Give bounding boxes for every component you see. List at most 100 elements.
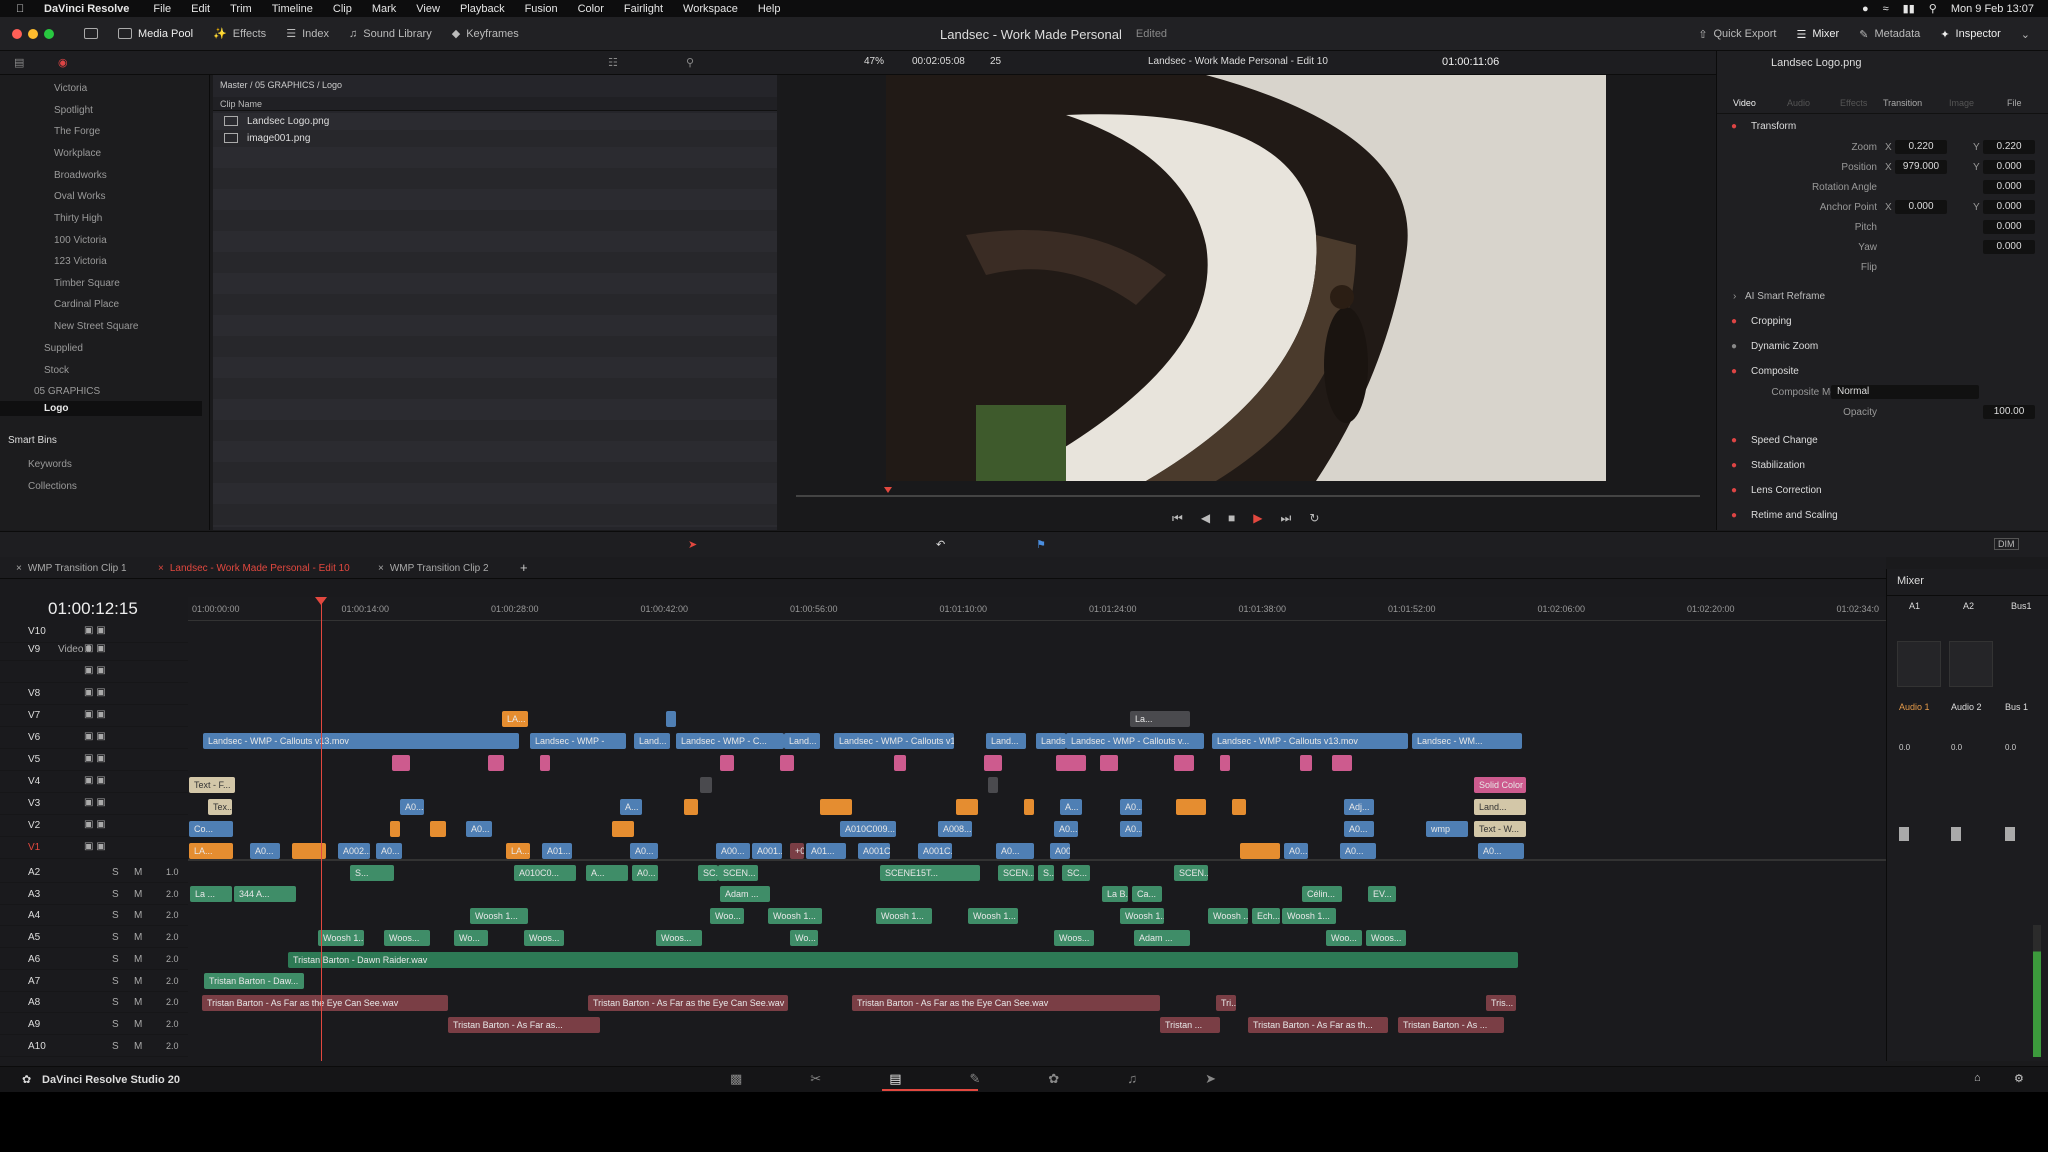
- timeline-clip[interactable]: [666, 711, 676, 727]
- solo-button[interactable]: S: [112, 867, 119, 878]
- loop-icon[interactable]: ↻: [1309, 511, 1319, 526]
- edit-page-icon[interactable]: ▤: [889, 1071, 901, 1087]
- solo-button[interactable]: S: [112, 954, 119, 965]
- home-icon[interactable]: ⌂: [1974, 1072, 1981, 1084]
- pool-search-icon[interactable]: ⚲: [686, 56, 694, 69]
- track-toggle-icon[interactable]: ▣ ▣: [84, 625, 106, 636]
- timeline-clip[interactable]: Woosh 1...: [968, 908, 1018, 924]
- timeline-clip[interactable]: Landsec - WM...: [1412, 733, 1522, 749]
- track-toggle-icon[interactable]: ▣ ▣: [84, 643, 106, 654]
- timeline-clip[interactable]: Lands...: [1036, 733, 1066, 749]
- timeline-clip[interactable]: A002...: [338, 843, 370, 859]
- mute-button[interactable]: M: [134, 1041, 142, 1052]
- menu-workspace[interactable]: Workspace: [683, 3, 738, 15]
- timeline-clip[interactable]: A0...: [250, 843, 280, 859]
- anchor-y-field[interactable]: 0.000: [1983, 200, 2035, 214]
- timeline-clip[interactable]: SCEN...: [998, 865, 1034, 881]
- timeline-clip[interactable]: Woosh 1...: [470, 908, 528, 924]
- timeline-clip[interactable]: Landsec - WMP -: [530, 733, 626, 749]
- tab-timeline-3[interactable]: × WMP Transition Clip 2: [370, 557, 497, 579]
- timeline-clip[interactable]: [1066, 755, 1086, 771]
- timeline-clip[interactable]: A001C00...: [858, 843, 890, 859]
- audio-track-header[interactable]: A7 S M 2.0: [0, 971, 188, 992]
- effects-button[interactable]: ✨ Effects: [203, 17, 276, 51]
- zoom-window-button[interactable]: [44, 28, 54, 39]
- menu-file[interactable]: File: [153, 3, 171, 15]
- timeline-clip[interactable]: Tris...: [1486, 995, 1516, 1011]
- timeline-clip[interactable]: A...: [586, 865, 628, 881]
- timeline-clip[interactable]: [894, 755, 906, 771]
- timeline-clip[interactable]: Land...: [784, 733, 820, 749]
- tab-effects[interactable]: Effects: [1840, 98, 1867, 108]
- timeline-clip[interactable]: A0...: [632, 865, 658, 881]
- section-transform[interactable]: ● Transform: [1717, 117, 2048, 137]
- timeline-clip[interactable]: A00...: [716, 843, 750, 859]
- timeline-clip[interactable]: Land...: [986, 733, 1026, 749]
- timeline-clip[interactable]: A0...: [1478, 843, 1524, 859]
- audio-track-header[interactable]: A5 S M 2.0: [0, 927, 188, 949]
- mute-button[interactable]: M: [134, 954, 142, 965]
- video-frame[interactable]: [886, 75, 1606, 481]
- fader-a2[interactable]: [1951, 827, 1961, 841]
- timeline-clip[interactable]: [430, 821, 446, 837]
- timeline-clip[interactable]: A0...: [1120, 821, 1142, 837]
- video-track-header[interactable]: V2 ▣ ▣: [0, 815, 188, 837]
- scrubber-bar[interactable]: [796, 495, 1700, 497]
- audio-track-header[interactable]: A3 S M 2.0: [0, 884, 188, 905]
- timeline-clip[interactable]: Tristan Barton - As Far as the Eye Can S…: [202, 995, 448, 1011]
- tab-transition[interactable]: Transition: [1883, 98, 1922, 108]
- timeline-clip[interactable]: Woosh 1...: [1120, 908, 1164, 924]
- solo-button[interactable]: S: [112, 889, 119, 900]
- clock[interactable]: Mon 9 Feb 13:07: [1951, 3, 2034, 15]
- timeline-clip[interactable]: Tex...: [208, 799, 232, 815]
- play-icon[interactable]: ▶: [1253, 511, 1262, 526]
- timeline-clip[interactable]: La B...: [1102, 886, 1128, 902]
- timeline-clip[interactable]: Tristan ...: [1160, 1017, 1220, 1033]
- view-list-icon[interactable]: ☷: [608, 56, 618, 69]
- audio-track-header[interactable]: A6 S M 2.0: [0, 949, 188, 970]
- snapping-icon[interactable]: ↶: [936, 538, 945, 551]
- track-toggle-icon[interactable]: ▣ ▣: [84, 819, 106, 830]
- timeline-clip[interactable]: [1232, 799, 1246, 815]
- close-tab-icon[interactable]: ×: [16, 563, 22, 574]
- viewer-zoom[interactable]: 47%: [864, 56, 884, 67]
- timeline-clip[interactable]: Co...: [189, 821, 233, 837]
- column-header-clip-name[interactable]: Clip Name: [220, 99, 262, 109]
- timeline-clip[interactable]: SC...: [698, 865, 718, 881]
- timeline-clip[interactable]: Land...: [634, 733, 670, 749]
- selection-tool-icon[interactable]: ➤: [688, 538, 697, 551]
- timeline-clip[interactable]: A001C...: [918, 843, 952, 859]
- section-dynamic-zoom[interactable]: ● Dynamic Zoom: [1717, 337, 2048, 357]
- timeline-clip[interactable]: [1240, 843, 1280, 859]
- go-to-start-icon[interactable]: ⏮: [1172, 511, 1183, 526]
- viewer-timecode[interactable]: 01:00:11:06: [1442, 56, 1499, 68]
- menu-help[interactable]: Help: [758, 3, 781, 15]
- timeline-clip[interactable]: [1300, 755, 1312, 771]
- menu-playback[interactable]: Playback: [460, 3, 505, 15]
- timeline-clip[interactable]: A0...: [376, 843, 402, 859]
- solo-button[interactable]: S: [112, 976, 119, 987]
- smart-bins-header[interactable]: Smart Bins: [8, 435, 57, 446]
- tab-file[interactable]: File: [2007, 98, 2022, 108]
- solo-button[interactable]: S: [112, 997, 119, 1008]
- menu-trim[interactable]: Trim: [230, 3, 252, 15]
- flag-icon[interactable]: ⚑: [1036, 538, 1046, 551]
- timeline-clip[interactable]: [984, 755, 1002, 771]
- timeline-clip[interactable]: Ech...: [1252, 908, 1280, 924]
- pitch-field[interactable]: 0.000: [1983, 220, 2035, 234]
- timeline-clip[interactable]: Adam ...: [720, 886, 770, 902]
- fusion-page-icon[interactable]: ✎: [970, 1071, 981, 1087]
- timeline-clip[interactable]: A0...: [1284, 843, 1308, 859]
- timeline-clip[interactable]: [684, 799, 698, 815]
- timeline-clip[interactable]: A0...: [1120, 799, 1142, 815]
- timeline-clip[interactable]: A0...: [400, 799, 424, 815]
- viewer-timeline-name[interactable]: Landsec - Work Made Personal - Edit 10: [1148, 56, 1328, 67]
- position-y-field[interactable]: 0.000: [1983, 160, 2035, 174]
- timeline-clip[interactable]: A0...: [630, 843, 658, 859]
- timeline-clip[interactable]: Woosh 1...: [318, 930, 364, 946]
- timeline-clip[interactable]: Tristan Barton - As Far as th...: [1248, 1017, 1388, 1033]
- section-retime[interactable]: ● Retime and Scaling: [1717, 506, 2048, 526]
- solo-button[interactable]: S: [112, 1019, 119, 1030]
- search-icon[interactable]: ⚲: [1929, 2, 1937, 15]
- menu-fairlight[interactable]: Fairlight: [624, 3, 663, 15]
